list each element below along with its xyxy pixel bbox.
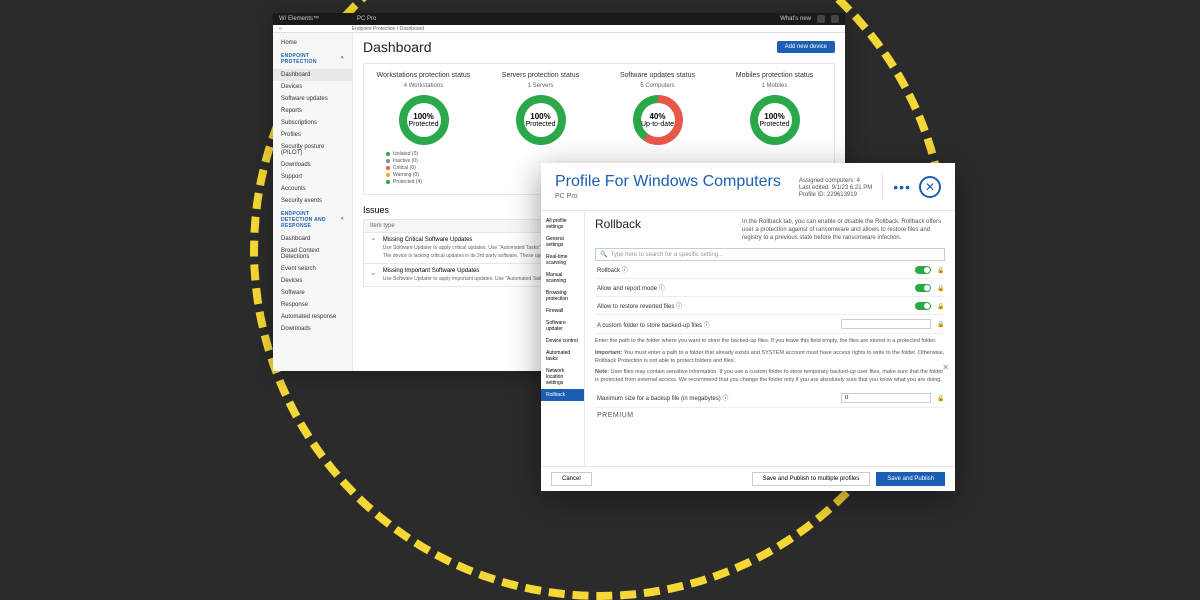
breadcrumb-bar: « Endpoint Protection / Dashboard bbox=[273, 25, 845, 33]
nav-edr-dashboard[interactable]: Dashboard bbox=[273, 233, 352, 245]
card-workstations: Workstations protection status 4 Worksta… bbox=[368, 72, 479, 186]
modal-nav-general[interactable]: General settings bbox=[541, 233, 584, 251]
modal-sidebar: All profile settings General settings Re… bbox=[541, 211, 585, 466]
legend: Isolated (0) Inactive (0) Critical (0) W… bbox=[368, 151, 479, 185]
modal-subtitle: PC Pro bbox=[555, 193, 799, 200]
info-icon[interactable]: ⓘ bbox=[704, 323, 710, 329]
modal-nav-firewall[interactable]: Firewall bbox=[541, 305, 584, 317]
modal-nav-updater[interactable]: Software updater bbox=[541, 317, 584, 335]
nav-profiles[interactable]: Profiles bbox=[273, 129, 352, 141]
nav-edr-downloads[interactable]: Downloads bbox=[273, 323, 352, 335]
profile-modal: Profile For Windows Computers PC Pro Ass… bbox=[541, 163, 955, 491]
more-icon[interactable]: ••• bbox=[893, 179, 911, 195]
expand-icon[interactable]: ⌄ bbox=[370, 268, 377, 282]
info-icon[interactable]: ⓘ bbox=[622, 268, 628, 274]
toggle-report-mode[interactable] bbox=[915, 284, 931, 292]
settings-search[interactable]: 🔍 Type here to search for a specific set… bbox=[595, 248, 945, 261]
page-title: Dashboard bbox=[363, 39, 432, 55]
nav-auto-response[interactable]: Automated response bbox=[273, 311, 352, 323]
premium-label: PREMIUM bbox=[595, 408, 945, 423]
nav-edr-devices[interactable]: Devices bbox=[273, 275, 352, 287]
nav-devices[interactable]: Devices bbox=[273, 81, 352, 93]
lock-icon[interactable]: 🔒 bbox=[937, 321, 943, 327]
user-icon[interactable] bbox=[831, 15, 839, 23]
whats-new-link[interactable]: What's new bbox=[780, 16, 811, 22]
nav-security-events[interactable]: Security events bbox=[273, 195, 352, 207]
modal-nav-realtime[interactable]: Real-time scanning bbox=[541, 251, 584, 269]
nav-support[interactable]: Support bbox=[273, 171, 352, 183]
save-publish-button[interactable]: Save and Publish bbox=[876, 472, 945, 486]
sidebar: Home ENDPOINT PROTECTION^ Dashboard Devi… bbox=[273, 33, 353, 371]
modal-title: Profile For Windows Computers bbox=[555, 173, 799, 191]
modal-footer: Cancel Save and Publish to multiple prof… bbox=[541, 466, 955, 491]
nav-broad-context[interactable]: Broad Context Detections bbox=[273, 245, 352, 263]
close-button[interactable]: ✕ bbox=[919, 176, 941, 198]
nav-subscriptions[interactable]: Subscriptions bbox=[273, 117, 352, 129]
nav-event-search[interactable]: Event search bbox=[273, 263, 352, 275]
modal-nav-manual[interactable]: Manual scanning bbox=[541, 269, 584, 287]
lock-icon[interactable]: 🔒 bbox=[937, 285, 943, 291]
modal-meta: Assigned computers: 4 Last edited: 9/1/2… bbox=[799, 173, 882, 200]
info-icon[interactable]: ⓘ bbox=[676, 304, 682, 310]
modal-nav-browsing[interactable]: Browsing protection bbox=[541, 287, 584, 305]
sensitive-note: Note: User files may contain sensitive i… bbox=[595, 369, 945, 384]
toggle-restore-files[interactable] bbox=[915, 302, 931, 310]
modal-nav-network[interactable]: Network location settings bbox=[541, 365, 584, 389]
nav-response[interactable]: Response bbox=[273, 299, 352, 311]
info-icon[interactable]: ⓘ bbox=[722, 396, 728, 402]
brand-logo: W/ Elements™ bbox=[279, 16, 357, 22]
breadcrumb: Endpoint Protection / Dashboard bbox=[352, 26, 424, 32]
save-multiple-button[interactable]: Save and Publish to multiple profiles bbox=[752, 472, 871, 486]
product-name: PC Pro bbox=[357, 16, 780, 22]
titlebar: W/ Elements™ PC Pro What's new bbox=[273, 13, 845, 25]
lock-icon[interactable]: 🔒 bbox=[937, 303, 943, 309]
folder-note: Enter the path to the folder where you w… bbox=[595, 338, 945, 346]
search-icon: 🔍 bbox=[600, 251, 607, 258]
modal-nav-all[interactable]: All profile settings bbox=[541, 215, 584, 233]
nav-home[interactable]: Home bbox=[273, 37, 352, 49]
collapse-icon[interactable]: « bbox=[279, 26, 282, 32]
nav-security-posture[interactable]: Security posture (PILOT) bbox=[273, 141, 352, 159]
custom-folder-input[interactable] bbox=[841, 319, 931, 329]
toggle-rollback[interactable] bbox=[915, 266, 931, 274]
info-icon[interactable]: ⓘ bbox=[659, 286, 665, 292]
lock-icon[interactable]: 🔒 bbox=[937, 267, 943, 273]
nav-software-updates[interactable]: Software updates bbox=[273, 93, 352, 105]
setting-report-mode: Allow and report mode ⓘ 🔒 bbox=[595, 279, 945, 297]
setting-rollback: Rollback ⓘ 🔒 bbox=[595, 261, 945, 279]
modal-nav-auto-tasks[interactable]: Automated tasks bbox=[541, 347, 584, 365]
modal-content: Rollback In the Rollback tab, you can en… bbox=[585, 211, 955, 466]
nav-section-endpoint-protection[interactable]: ENDPOINT PROTECTION^ bbox=[273, 49, 352, 69]
important-note: Important: You must enter a path to a fo… bbox=[595, 350, 945, 365]
modal-nav-device-control[interactable]: Device control bbox=[541, 335, 584, 347]
nav-reports[interactable]: Reports bbox=[273, 105, 352, 117]
max-size-input[interactable] bbox=[841, 393, 931, 403]
add-device-button[interactable]: Add new device bbox=[777, 41, 835, 53]
nav-dashboard[interactable]: Dashboard bbox=[273, 69, 352, 81]
nav-accounts[interactable]: Accounts bbox=[273, 183, 352, 195]
setting-restore-files: Allow to restore reverted files ⓘ 🔒 bbox=[595, 297, 945, 315]
nav-edr-software[interactable]: Software bbox=[273, 287, 352, 299]
nav-section-edr[interactable]: ENDPOINT DETECTION AND RESPONSE^ bbox=[273, 207, 352, 233]
dismiss-note-icon[interactable]: ✕ bbox=[942, 363, 949, 372]
notification-icon[interactable] bbox=[817, 15, 825, 23]
nav-downloads[interactable]: Downloads bbox=[273, 159, 352, 171]
section-description: In the Rollback tab, you can enable or d… bbox=[742, 219, 945, 242]
setting-custom-folder: A custom folder to store backed-up files… bbox=[595, 315, 945, 334]
setting-max-size: Maximum size for a backup file (in megab… bbox=[595, 389, 945, 408]
lock-icon[interactable]: 🔒 bbox=[937, 395, 943, 401]
cancel-button[interactable]: Cancel bbox=[551, 472, 592, 486]
modal-nav-rollback[interactable]: Rollback bbox=[541, 389, 584, 401]
expand-icon[interactable]: ⌃ bbox=[370, 237, 377, 259]
